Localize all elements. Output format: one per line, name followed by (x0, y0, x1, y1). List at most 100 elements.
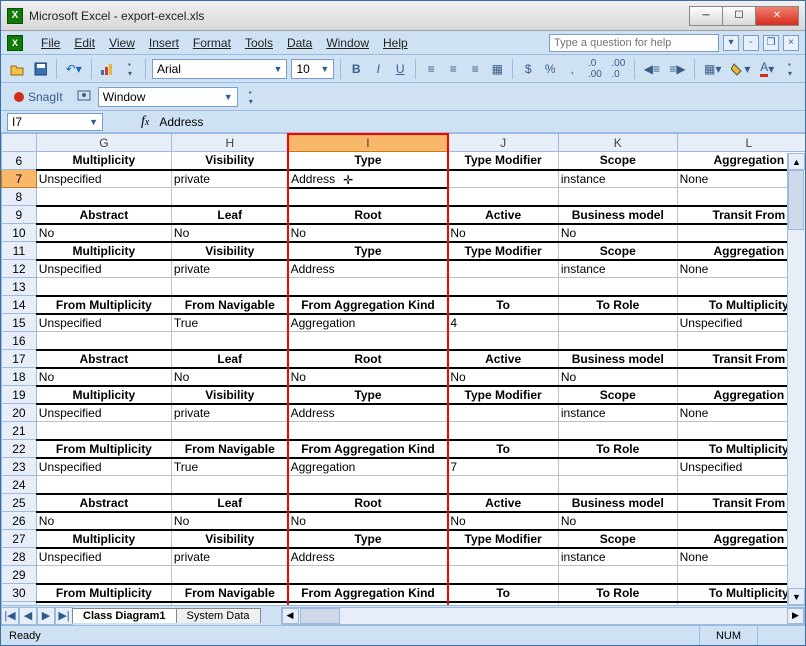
cell-L8[interactable] (677, 188, 805, 206)
snagit-settings-button[interactable] (74, 87, 94, 107)
cell-I16[interactable] (288, 332, 448, 350)
cell-L29[interactable] (677, 566, 805, 584)
row-header-8[interactable]: 8 (2, 188, 37, 206)
cell-H15[interactable]: True (171, 314, 288, 332)
cell-H11[interactable]: Visibility (171, 242, 288, 260)
row-header-17[interactable]: 17 (2, 350, 37, 368)
cell-J23[interactable]: 7 (448, 458, 559, 476)
row-header-24[interactable]: 24 (2, 476, 37, 494)
cell-H20[interactable]: private (171, 404, 288, 422)
cell-H12[interactable]: private (171, 260, 288, 278)
workbook-icon[interactable]: X (7, 35, 23, 51)
cell-J31[interactable]: 10 (448, 602, 559, 606)
cell-K22[interactable]: To Role (558, 440, 677, 458)
cell-J22[interactable]: To (448, 440, 559, 458)
cell-G12[interactable]: Unspecified (36, 260, 171, 278)
cell-G30[interactable]: From Multiplicity (36, 584, 171, 602)
help-search-input[interactable] (549, 34, 719, 52)
cell-H27[interactable]: Visibility (171, 530, 288, 548)
select-all-corner[interactable] (2, 134, 37, 152)
workbook-close-button[interactable]: × (783, 35, 799, 51)
cell-L27[interactable]: Aggregation (677, 530, 805, 548)
cell-G8[interactable] (36, 188, 171, 206)
row-header-28[interactable]: 28 (2, 548, 37, 566)
cell-G6[interactable]: Multiplicity (36, 152, 171, 170)
cell-J20[interactable] (448, 404, 559, 422)
sheet-tab-active[interactable]: Class Diagram1 (72, 608, 177, 623)
scroll-left-button[interactable]: ◀ (282, 608, 299, 624)
align-left-button[interactable]: ≡ (422, 59, 440, 79)
cell-J14[interactable]: To (448, 296, 559, 314)
cell-L20[interactable]: None (677, 404, 805, 422)
format-overflow-button[interactable]: ▪▾ (781, 59, 799, 79)
underline-button[interactable]: U (391, 59, 409, 79)
help-dropdown-button[interactable]: ▾ (723, 35, 739, 51)
cell-K8[interactable] (558, 188, 677, 206)
maximize-button[interactable]: ☐ (722, 6, 756, 26)
cell-L6[interactable]: Aggregation (677, 152, 805, 170)
cell-I18[interactable]: No (288, 368, 448, 386)
cell-I7[interactable]: Address✛ (288, 170, 448, 188)
cell-I14[interactable]: From Aggregation Kind (288, 296, 448, 314)
cell-I20[interactable]: Address (288, 404, 448, 422)
cell-K9[interactable]: Business model (558, 206, 677, 224)
cell-K25[interactable]: Business model (558, 494, 677, 512)
cell-I19[interactable]: Type (288, 386, 448, 404)
col-header-L[interactable]: L (677, 134, 805, 152)
cell-L28[interactable]: None (677, 548, 805, 566)
comma-button[interactable]: , (563, 59, 581, 79)
cell-J28[interactable] (448, 548, 559, 566)
toolbar-overflow-button[interactable]: ▪▾ (121, 59, 139, 79)
cell-J7[interactable] (448, 170, 559, 188)
cell-J29[interactable] (448, 566, 559, 584)
cell-J9[interactable]: Active (448, 206, 559, 224)
cell-K30[interactable]: To Role (558, 584, 677, 602)
cell-L18[interactable] (677, 368, 805, 386)
cell-I23[interactable]: Aggregation (288, 458, 448, 476)
cell-I10[interactable]: No (288, 224, 448, 242)
cell-J16[interactable] (448, 332, 559, 350)
col-header-G[interactable]: G (36, 134, 171, 152)
cell-H18[interactable]: No (171, 368, 288, 386)
cell-L24[interactable] (677, 476, 805, 494)
fill-color-button[interactable]: ▾ (728, 59, 753, 79)
cell-I17[interactable]: Root (288, 350, 448, 368)
row-header-10[interactable]: 10 (2, 224, 37, 242)
menu-window[interactable]: Window (326, 36, 369, 50)
cell-K28[interactable]: instance (558, 548, 677, 566)
cell-G17[interactable]: Abstract (36, 350, 171, 368)
row-header-19[interactable]: 19 (2, 386, 37, 404)
cell-K31[interactable] (558, 602, 677, 606)
cell-L25[interactable]: Transit From (677, 494, 805, 512)
cell-G28[interactable]: Unspecified (36, 548, 171, 566)
menu-format[interactable]: Format (193, 36, 231, 50)
currency-button[interactable]: $ (519, 59, 537, 79)
row-header-22[interactable]: 22 (2, 440, 37, 458)
minimize-button[interactable]: ─ (689, 6, 723, 26)
cell-G31[interactable]: Unspecified (36, 602, 171, 606)
scroll-up-button[interactable]: ▲ (788, 153, 805, 170)
row-header-25[interactable]: 25 (2, 494, 37, 512)
tab-last-button[interactable]: ▶| (55, 607, 73, 625)
cell-H23[interactable]: True (171, 458, 288, 476)
cell-H7[interactable]: private (171, 170, 288, 188)
cell-G10[interactable]: No (36, 224, 171, 242)
cell-H26[interactable]: No (171, 512, 288, 530)
cell-H16[interactable] (171, 332, 288, 350)
col-header-I[interactable]: I (288, 134, 448, 152)
cell-K13[interactable] (558, 278, 677, 296)
cell-J24[interactable] (448, 476, 559, 494)
borders-button[interactable]: ▦▾ (701, 59, 724, 79)
row-header-30[interactable]: 30 (2, 584, 37, 602)
scroll-down-button[interactable]: ▼ (788, 588, 805, 605)
row-header-26[interactable]: 26 (2, 512, 37, 530)
cell-I30[interactable]: From Aggregation Kind (288, 584, 448, 602)
snagit-overflow-button[interactable]: ▪▾ (242, 87, 260, 107)
row-header-12[interactable]: 12 (2, 260, 37, 278)
workbook-restore-button[interactable]: ❐ (763, 35, 779, 51)
cell-I21[interactable] (288, 422, 448, 440)
col-header-K[interactable]: K (558, 134, 677, 152)
tab-first-button[interactable]: |◀ (1, 607, 19, 625)
cell-J25[interactable]: Active (448, 494, 559, 512)
spreadsheet-grid[interactable]: GHIJKL 6MultiplicityVisibilityTypeType M… (1, 133, 805, 605)
